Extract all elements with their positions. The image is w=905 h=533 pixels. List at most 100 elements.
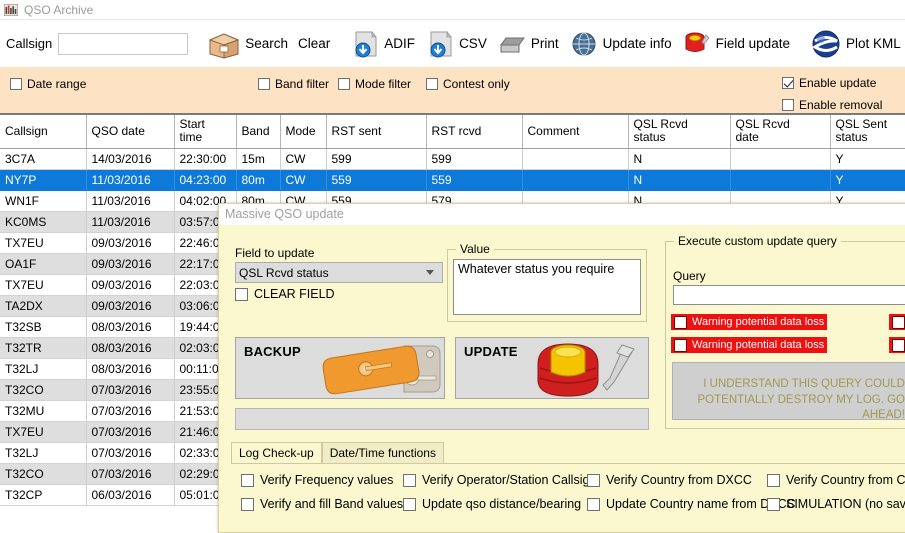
archive-icon xyxy=(4,3,18,16)
checkup-verify-country-callsign-box xyxy=(767,473,780,487)
column-header-5[interactable]: RST sent xyxy=(326,115,427,149)
window-title: QSO Archive xyxy=(24,2,94,17)
field-to-update-label: Field to update xyxy=(235,246,315,260)
print-button-label: Print xyxy=(530,36,559,51)
column-header-6[interactable]: RST rcvd xyxy=(426,115,523,149)
mode-filter-checkbox[interactable]: Mode filter xyxy=(338,77,411,91)
search-button[interactable]: Search xyxy=(202,24,293,64)
field-update-button[interactable]: Field update xyxy=(677,24,795,64)
checkup-verify-frequency-values[interactable]: Verify Frequency values xyxy=(241,473,393,487)
clear-button[interactable]: Clear xyxy=(293,24,335,64)
date-range-checkbox-box xyxy=(10,78,22,90)
column-header-7[interactable]: Comment xyxy=(522,115,629,149)
field-update-button-label: Field update xyxy=(715,36,790,51)
checkup-update-qso-distance-bearing[interactable]: Update qso distance/bearing xyxy=(403,497,581,511)
table-cell: TX7EU xyxy=(0,421,87,443)
checkup-verify-operator-callsign-box xyxy=(403,473,416,487)
clear-field-checkbox[interactable]: CLEAR FIELD xyxy=(235,287,335,301)
column-header-9[interactable]: QSL Rcvd date xyxy=(730,115,831,149)
checkup-verify-frequency-values-box xyxy=(241,473,254,487)
enable-update-checkbox[interactable]: Enable update xyxy=(782,76,876,90)
tab-log-checkup[interactable]: Log Check-up xyxy=(231,442,322,463)
backup-button[interactable]: BACKUP xyxy=(235,337,445,399)
warning-checkbox-3[interactable]: Warning potential data loss xyxy=(889,314,905,330)
checkup-verify-country-callsign[interactable]: Verify Country from Callsign xyxy=(767,473,905,487)
adif-button-label: ADIF xyxy=(384,36,416,51)
warning-checkbox-4[interactable]: Warning potential data loss xyxy=(889,337,905,353)
table-cell: 06/03/2016 xyxy=(86,484,175,506)
warning-checkbox-3-box xyxy=(892,315,905,329)
column-header-10[interactable]: QSL Sent status xyxy=(830,115,905,149)
table-cell: 08/03/2016 xyxy=(86,358,175,380)
column-header-8[interactable]: QSL Rcvd status xyxy=(628,115,731,149)
checkup-verify-country-callsign-label: Verify Country from Callsign xyxy=(786,473,905,487)
table-cell: 08/03/2016 xyxy=(86,316,175,338)
enable-removal-checkbox[interactable]: Enable removal xyxy=(782,98,882,112)
checkup-simulation-no-save[interactable]: SIMULATION (no save) xyxy=(767,497,905,511)
column-header-2[interactable]: Start time xyxy=(174,115,237,149)
callsign-label: Callsign xyxy=(6,36,53,51)
update-button-label: UPDATE xyxy=(464,344,518,359)
band-filter-checkbox-box xyxy=(258,78,270,90)
band-filter-checkbox[interactable]: Band filter xyxy=(258,77,329,91)
table-cell: 599 xyxy=(426,148,523,170)
database-wrench-icon xyxy=(537,343,635,397)
table-cell: CW xyxy=(280,169,327,191)
csv-button[interactable]: CSV xyxy=(420,24,492,64)
archive-box-icon xyxy=(208,32,240,59)
update-button[interactable]: UPDATE xyxy=(455,337,649,399)
backup-button-label: BACKUP xyxy=(244,344,301,359)
warning-checkbox-1[interactable]: Warning potential data loss xyxy=(671,314,827,330)
tab-underline xyxy=(231,463,905,464)
table-cell: 599 xyxy=(326,148,427,170)
value-textarea[interactable] xyxy=(453,259,641,315)
checkup-verify-country-dxcc[interactable]: Verify Country from DXCC xyxy=(587,473,752,487)
table-cell: 15m xyxy=(236,148,281,170)
field-to-update-select[interactable]: QSL Rcvd statusQSL Sent statusCommentBan… xyxy=(235,262,443,283)
confirm-query-button[interactable]: I UNDERSTAND THIS QUERY COULD POTENTIALL… xyxy=(672,362,905,421)
warning-checkbox-4-box xyxy=(892,338,905,352)
checkup-verify-fill-band-values-box xyxy=(241,497,254,511)
plot-kml-button[interactable]: Plot KML xyxy=(805,24,905,64)
update-info-button[interactable]: Update info xyxy=(564,24,677,64)
checkup-update-qso-distance-bearing-box xyxy=(403,497,416,511)
table-cell xyxy=(730,169,831,191)
table-cell: T32TR xyxy=(0,337,87,359)
query-label: Query xyxy=(673,269,706,283)
callsign-input[interactable] xyxy=(58,32,189,55)
table-cell: 07/03/2016 xyxy=(86,421,175,443)
table-cell: 07/03/2016 xyxy=(86,442,175,464)
checkup-update-country-name-dxcc[interactable]: Update Country name from DXCC xyxy=(587,497,796,511)
table-cell: 559 xyxy=(326,169,427,191)
checkup-verify-country-dxcc-box xyxy=(587,473,600,487)
print-button[interactable]: Print xyxy=(492,24,564,64)
warning-checkbox-1-label: Warning potential data loss xyxy=(692,316,825,328)
table-cell: KC0MS xyxy=(0,211,87,233)
table-row[interactable]: NY7P 11/03/2016 04:23:00 80m CW 559 559 N Y xyxy=(0,169,905,191)
column-header-0[interactable]: Callsign xyxy=(0,115,87,149)
filter-bar: Date range Band filter Mode filter Conte… xyxy=(0,67,905,113)
warning-checkbox-2[interactable]: Warning potential data loss xyxy=(671,337,827,353)
table-cell: 559 xyxy=(426,169,523,191)
mode-filter-label: Mode filter xyxy=(355,77,412,91)
download-page-icon xyxy=(430,30,452,57)
table-cell: T32MU xyxy=(0,400,87,422)
table-cell: TX7EU xyxy=(0,232,87,254)
table-cell: T32LJ xyxy=(0,358,87,380)
checkup-verify-operator-callsign[interactable]: Verify Operator/Station Callsign xyxy=(403,473,596,487)
column-header-3[interactable]: Band xyxy=(236,115,281,149)
query-input[interactable] xyxy=(673,285,905,305)
column-header-1[interactable]: QSO date xyxy=(86,115,175,149)
table-row[interactable]: 3C7A 14/03/2016 22:30:00 15m CW 599 599 N Y xyxy=(0,148,905,170)
clear-field-label: CLEAR FIELD xyxy=(254,287,335,301)
enable-removal-label: Enable removal xyxy=(799,98,883,112)
table-cell xyxy=(522,148,629,170)
date-range-checkbox[interactable]: Date range xyxy=(10,77,86,91)
column-header-4[interactable]: Mode xyxy=(280,115,327,149)
checkup-verify-fill-band-values[interactable]: Verify and fill Band values xyxy=(241,497,403,511)
adif-button[interactable]: ADIF xyxy=(345,24,420,64)
tab-date-time-functions[interactable]: Date/Time functions xyxy=(321,442,444,463)
contest-only-label: Contest only xyxy=(443,77,510,91)
contest-only-checkbox[interactable]: Contest only xyxy=(426,77,510,91)
table-cell: 09/03/2016 xyxy=(86,295,175,317)
